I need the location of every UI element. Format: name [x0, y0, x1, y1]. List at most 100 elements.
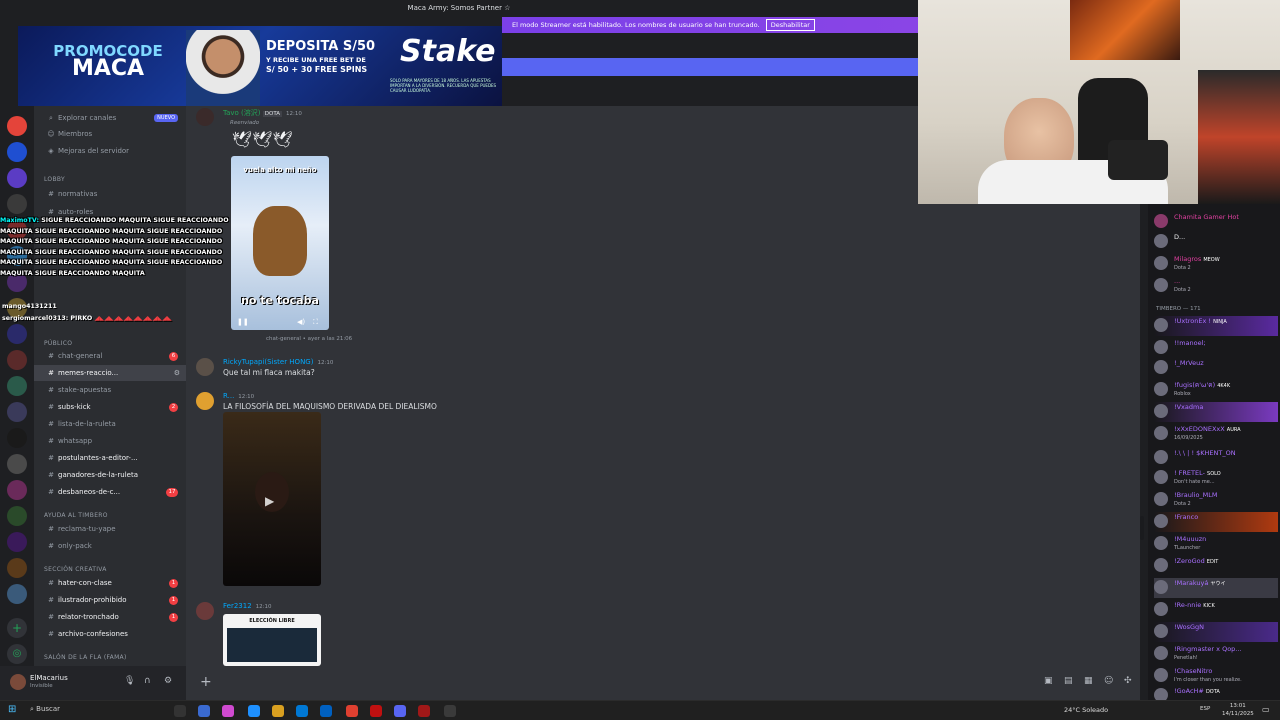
message-author[interactable]: R... 12:10: [223, 392, 254, 400]
member-item[interactable]: Chamita Gamer Hot: [1154, 212, 1278, 232]
avatar[interactable]: [196, 108, 214, 126]
member-item[interactable]: !Marakuyá ヤウイ: [1154, 578, 1278, 598]
category-ayuda[interactable]: AYUDA AL TIMBERO: [44, 512, 108, 519]
forward-source[interactable]: chat-general • ayer a las 21:06: [266, 336, 352, 342]
copilot-icon[interactable]: [222, 705, 234, 717]
members-item[interactable]: ☺ Miembros: [34, 126, 186, 142]
store-icon[interactable]: [296, 705, 308, 717]
member-item[interactable]: !Braulio_MLM Dota 2: [1154, 490, 1278, 510]
channel-item[interactable]: # chat-general 6: [34, 348, 186, 364]
server-icon[interactable]: [7, 376, 27, 396]
member-item[interactable]: !xXxEDONEXxX AURA 16/09/2025: [1154, 424, 1278, 444]
member-item[interactable]: !fugis(ฅ'ω'ฅ) 4K4K Roblox: [1154, 380, 1278, 400]
disable-streamer-button[interactable]: Deshabilitar: [765, 19, 815, 31]
channel-item[interactable]: # normativas: [34, 186, 186, 202]
sticker-icon[interactable]: ▦: [1084, 676, 1093, 686]
channel-item[interactable]: # stake-apuestas: [34, 382, 186, 398]
category-creativa[interactable]: SECCIÓN CREATIVA: [44, 566, 107, 573]
member-item[interactable]: !.\ \ | ! $KHENT_ON: [1154, 448, 1278, 468]
server-icon[interactable]: [7, 454, 27, 474]
member-item[interactable]: Milagros MEOW Dota 2: [1154, 254, 1278, 274]
message-author[interactable]: Tavo (溶沢) DOTA 12:10: [223, 108, 302, 118]
channel-item[interactable]: # ilustrador-prohibido 1: [34, 592, 186, 608]
member-item[interactable]: !WosGgN: [1154, 622, 1278, 642]
server-icon[interactable]: [7, 428, 27, 448]
server-icon[interactable]: [7, 350, 27, 370]
server-icon[interactable]: [7, 168, 27, 188]
edge-icon[interactable]: [248, 705, 260, 717]
apps-icon[interactable]: ✣: [1124, 676, 1132, 686]
discord-icon[interactable]: [394, 705, 406, 717]
category-publico[interactable]: PÚBLICO: [44, 340, 72, 347]
mail-icon[interactable]: [320, 705, 332, 717]
emoji-icon[interactable]: ☺: [1104, 676, 1113, 686]
channel-item[interactable]: # relator-tronchado 1: [34, 609, 186, 625]
server-icon[interactable]: [7, 480, 27, 500]
member-item[interactable]: !!manoel;: [1154, 338, 1278, 358]
language-indicator[interactable]: ESP: [1200, 706, 1210, 712]
file-explorer-icon[interactable]: [198, 705, 210, 717]
member-item[interactable]: ! FRETEL- SOLO Don't hate me...: [1154, 468, 1278, 488]
avatar[interactable]: [196, 602, 214, 620]
compass-icon[interactable]: ◎: [7, 644, 27, 664]
channel-item[interactable]: # postulantes-a-editor-...: [34, 450, 186, 466]
category-lobby[interactable]: LOBBY: [44, 176, 65, 183]
member-item[interactable]: !ZeroGod EDIT: [1154, 556, 1278, 576]
fullscreen-icon[interactable]: ⛶: [313, 318, 318, 327]
channel-item[interactable]: # lista-de-la-ruleta: [34, 416, 186, 432]
add-server-icon[interactable]: +: [7, 618, 27, 638]
member-item[interactable]: !Vxadma: [1154, 402, 1278, 422]
channel-item[interactable]: # desbaneos-de-c... 17: [34, 484, 186, 500]
channel-item[interactable]: # hater-con-clase 1: [34, 575, 186, 591]
play-icon[interactable]: ▶: [265, 494, 274, 508]
avatar[interactable]: [196, 392, 214, 410]
search-box[interactable]: ⌕ Buscar: [30, 705, 60, 714]
member-item[interactable]: !UxtronEx ! NINJA: [1154, 316, 1278, 336]
channel-item-selected[interactable]: # memes-reaccio... ⚙: [34, 365, 186, 381]
add-attachment-icon[interactable]: +: [200, 674, 212, 690]
app-icon[interactable]: [444, 705, 456, 717]
member-item[interactable]: !_MrVeuz: [1154, 358, 1278, 378]
member-item[interactable]: !Franco: [1154, 512, 1278, 532]
headphones-icon[interactable]: ∩: [144, 676, 151, 686]
windows-start-icon[interactable]: ⊞: [8, 704, 16, 715]
settings-gear-icon[interactable]: ⚙: [174, 365, 180, 381]
server-icon[interactable]: [7, 194, 27, 214]
pause-icon[interactable]: ❚❚: [237, 318, 249, 326]
avatar[interactable]: [10, 674, 26, 690]
gift-icon[interactable]: ▣: [1044, 676, 1053, 686]
channel-item[interactable]: # whatsapp: [34, 433, 186, 449]
channel-item[interactable]: # reclama-tu-yape: [34, 521, 186, 537]
server-icon[interactable]: [7, 116, 27, 136]
server-icon[interactable]: [7, 584, 27, 604]
gif-icon[interactable]: ▤: [1064, 676, 1073, 686]
video-thumbnail[interactable]: ▶: [223, 412, 321, 586]
channel-item[interactable]: # subs-kick 2: [34, 399, 186, 415]
explore-channels-item[interactable]: ⌕ Explorar canales NUEVO: [34, 110, 186, 126]
channel-item[interactable]: # only-pack: [34, 538, 186, 554]
member-item[interactable]: !M4uuuzn TLauncher: [1154, 534, 1278, 554]
member-item[interactable]: !GoAcH# DOTA: [1154, 686, 1278, 700]
member-item[interactable]: D...: [1154, 232, 1278, 252]
image-preview[interactable]: ELECCIÓN LIBRE: [223, 614, 321, 666]
member-item[interactable]: !Re-nnie KICK: [1154, 600, 1278, 620]
notifications-icon[interactable]: ▭: [1262, 705, 1270, 714]
clock[interactable]: 13:01 14/11/2025: [1222, 702, 1254, 718]
chrome-icon[interactable]: [346, 705, 358, 717]
server-icon[interactable]: [7, 558, 27, 578]
server-icon[interactable]: [7, 402, 27, 422]
folder-icon[interactable]: [272, 705, 284, 717]
channel-item[interactable]: # archivo-confesiones: [34, 626, 186, 642]
volume-icon[interactable]: ◀): [297, 318, 305, 326]
scrollbar[interactable]: [1140, 516, 1144, 540]
message-author[interactable]: RickyTupapi(Sister HONG) 12:10: [223, 358, 333, 366]
channel-item[interactable]: # ganadores-de-la-ruleta: [34, 467, 186, 483]
obs-icon[interactable]: [418, 705, 430, 717]
category-salon[interactable]: SALÓN DE LA FLA (FAMA): [44, 654, 127, 661]
message-author[interactable]: Fer2312 12:10: [223, 602, 272, 610]
weather-widget[interactable]: 24°C Soleado: [1064, 706, 1108, 714]
server-icon[interactable]: [7, 324, 27, 344]
member-item[interactable]: !ChaseNitro I'm closer than you realize.: [1154, 666, 1278, 686]
server-boosts-item[interactable]: ◈ Mejoras del servidor: [34, 143, 186, 159]
app-icon[interactable]: [370, 705, 382, 717]
